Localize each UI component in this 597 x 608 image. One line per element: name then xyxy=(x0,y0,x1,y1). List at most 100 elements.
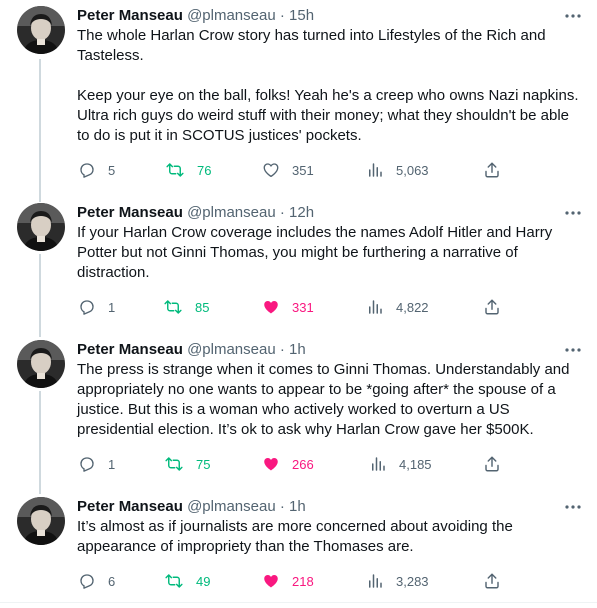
separator-dot: · xyxy=(279,7,285,24)
tweet[interactable]: Peter Manseau @plmanseau · 1h It’s almos… xyxy=(0,497,597,597)
views-count: 4,185 xyxy=(399,456,432,472)
reply-button[interactable]: 1 xyxy=(78,297,115,317)
timestamp[interactable]: 1h xyxy=(289,498,306,515)
heart-icon xyxy=(264,301,278,314)
views-chart-icon xyxy=(372,457,385,471)
share-icon xyxy=(485,573,499,589)
reply-button[interactable]: 1 xyxy=(78,454,115,474)
like-button[interactable]: 351 xyxy=(262,160,314,180)
share-icon xyxy=(485,456,499,472)
more-options-button[interactable] xyxy=(562,340,584,360)
reply-icon xyxy=(80,457,94,472)
separator-dot: · xyxy=(279,498,285,515)
tweet-text: The whole Harlan Crow story has turned i… xyxy=(77,27,579,144)
like-count: 218 xyxy=(292,573,314,589)
retweet-count: 85 xyxy=(195,299,210,315)
more-horizontal-icon xyxy=(565,505,581,509)
tweet-header: Peter Manseau @plmanseau · 1h xyxy=(77,497,306,517)
share-icon xyxy=(485,162,499,178)
reply-count: 5 xyxy=(108,162,116,178)
share-button[interactable] xyxy=(483,297,501,317)
like-button[interactable]: 218 xyxy=(262,571,314,591)
author-handle[interactable]: @plmanseau xyxy=(187,498,276,515)
views-count: 3,283 xyxy=(396,573,429,589)
heart-icon xyxy=(264,575,278,588)
reply-button[interactable]: 6 xyxy=(78,571,115,591)
retweet-button[interactable]: 75 xyxy=(164,454,210,474)
author-name[interactable]: Peter Manseau xyxy=(77,7,183,24)
author-handle[interactable]: @plmanseau xyxy=(187,341,276,358)
retweet-icon xyxy=(166,163,184,177)
avatar[interactable] xyxy=(17,340,65,388)
retweet-icon xyxy=(165,457,183,471)
share-button[interactable] xyxy=(483,571,501,591)
tweet[interactable]: Peter Manseau @plmanseau · 1h The press … xyxy=(0,340,597,484)
tweet-header: Peter Manseau @plmanseau · 15h xyxy=(77,6,314,26)
timestamp[interactable]: 12h xyxy=(289,204,314,221)
like-count: 331 xyxy=(292,299,314,315)
like-button[interactable]: 266 xyxy=(262,454,314,474)
tweet-actions: 6 49 218 3,283 xyxy=(0,571,597,591)
views-count: 5,063 xyxy=(396,162,429,178)
retweet-icon xyxy=(164,300,182,314)
retweet-count: 49 xyxy=(196,573,211,589)
share-button[interactable] xyxy=(483,160,501,180)
tweet-header: Peter Manseau @plmanseau · 12h xyxy=(77,203,314,223)
tweet[interactable]: Peter Manseau @plmanseau · 12h If your H… xyxy=(0,203,597,327)
reply-count: 1 xyxy=(108,299,116,315)
avatar[interactable] xyxy=(17,203,65,251)
author-name[interactable]: Peter Manseau xyxy=(77,204,183,221)
tweet-text: It’s almost as if journalists are more c… xyxy=(77,518,517,555)
reply-button[interactable]: 5 xyxy=(78,160,115,180)
tweet-actions: 1 85 331 4,822 xyxy=(0,297,597,317)
views-chart-icon xyxy=(369,300,382,314)
tweet-text: If your Harlan Crow coverage includes th… xyxy=(77,224,557,281)
views-button[interactable]: 4,185 xyxy=(369,454,432,474)
retweet-button[interactable]: 76 xyxy=(165,160,211,180)
more-horizontal-icon xyxy=(565,348,581,352)
retweet-button[interactable]: 85 xyxy=(163,297,209,317)
reply-count: 6 xyxy=(108,573,116,589)
tweet-header: Peter Manseau @plmanseau · 1h xyxy=(77,340,306,360)
author-handle[interactable]: @plmanseau xyxy=(187,204,276,221)
author-handle[interactable]: @plmanseau xyxy=(187,7,276,24)
like-count: 351 xyxy=(292,162,314,178)
tweet-text: The press is strange when it comes to Gi… xyxy=(77,361,574,438)
views-button[interactable]: 4,822 xyxy=(366,297,429,317)
more-horizontal-icon xyxy=(565,211,581,215)
reply-count: 1 xyxy=(108,456,116,472)
heart-icon xyxy=(263,163,279,178)
like-button[interactable]: 331 xyxy=(262,297,314,317)
reply-icon xyxy=(80,574,94,589)
reply-icon xyxy=(80,163,94,178)
tweet[interactable]: Peter Manseau @plmanseau · 15h The whole… xyxy=(0,6,597,190)
author-name[interactable]: Peter Manseau xyxy=(77,498,183,515)
retweet-icon xyxy=(165,574,183,588)
retweet-count: 75 xyxy=(196,456,211,472)
views-button[interactable]: 5,063 xyxy=(366,160,429,180)
views-count: 4,822 xyxy=(396,299,429,315)
views-button[interactable]: 3,283 xyxy=(366,571,429,591)
reply-icon xyxy=(80,300,94,315)
tweet-actions: 5 76 351 5,063 xyxy=(0,160,597,180)
more-options-button[interactable] xyxy=(562,203,584,223)
separator-dot: · xyxy=(279,204,285,221)
share-icon xyxy=(485,299,499,315)
avatar[interactable] xyxy=(17,497,65,545)
avatar[interactable] xyxy=(17,6,65,54)
bottom-divider xyxy=(0,602,597,603)
timestamp[interactable]: 1h xyxy=(289,341,306,358)
more-horizontal-icon xyxy=(565,14,581,18)
retweet-count: 76 xyxy=(197,162,212,178)
like-count: 266 xyxy=(292,456,314,472)
heart-icon xyxy=(264,458,278,471)
more-options-button[interactable] xyxy=(562,6,584,26)
share-button[interactable] xyxy=(483,454,501,474)
views-chart-icon xyxy=(369,574,382,588)
timestamp[interactable]: 15h xyxy=(289,7,314,24)
separator-dot: · xyxy=(279,341,285,358)
retweet-button[interactable]: 49 xyxy=(164,571,210,591)
views-chart-icon xyxy=(369,163,382,177)
author-name[interactable]: Peter Manseau xyxy=(77,341,183,358)
more-options-button[interactable] xyxy=(562,497,584,517)
